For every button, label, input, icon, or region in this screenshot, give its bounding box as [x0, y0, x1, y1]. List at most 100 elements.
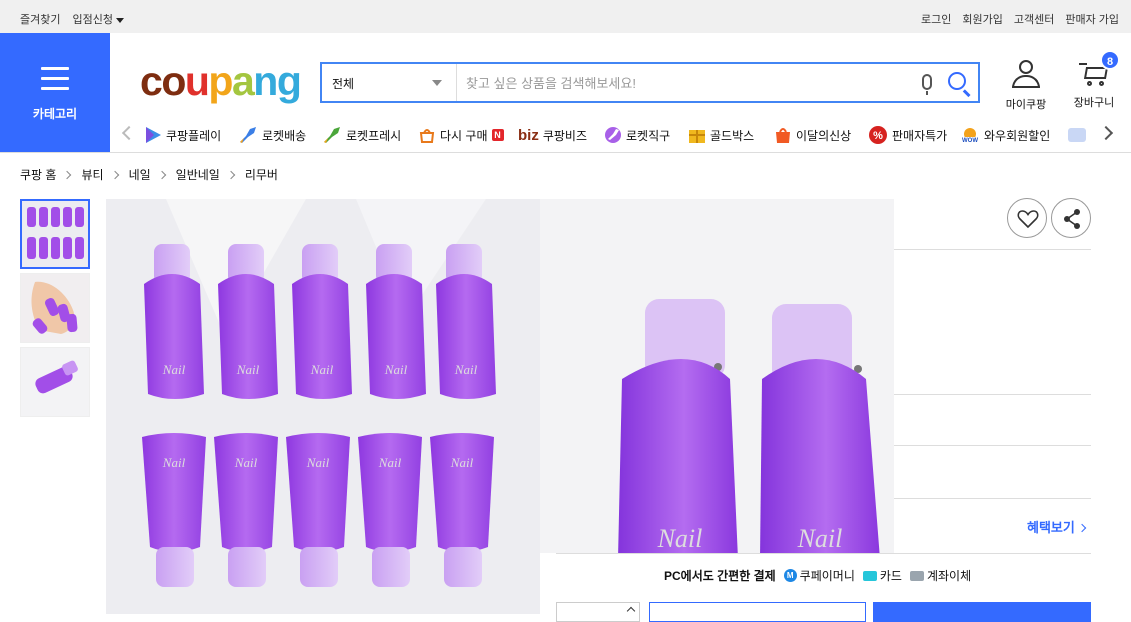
- chevron-right-icon: [63, 170, 72, 179]
- divider: [556, 553, 1091, 554]
- svg-text:Nail: Nail: [384, 362, 408, 377]
- nav-item-gold-box[interactable]: 골드박스: [688, 122, 754, 148]
- bookmark-link[interactable]: 즐겨찾기: [20, 11, 60, 27]
- nav-item-coupang-play[interactable]: 쿠팡플레이: [144, 122, 221, 148]
- svg-text:Nail: Nail: [306, 455, 330, 470]
- svg-text:WOW: WOW: [962, 138, 978, 143]
- cart-count-badge: 8: [1100, 50, 1120, 70]
- divider: [894, 249, 1091, 250]
- login-link[interactable]: 로그인: [921, 11, 951, 27]
- dropdown-arrow-icon: [432, 80, 442, 86]
- wow-member-icon: WOW: [961, 128, 979, 143]
- microphone-icon[interactable]: [922, 74, 932, 95]
- new-arrivals-icon: [776, 128, 790, 143]
- buy-now-button[interactable]: [873, 602, 1091, 622]
- promo-icon: [1068, 128, 1086, 142]
- seller-apply-label: 입점신청: [72, 14, 113, 26]
- nav-item-wow-member[interactable]: WOW 와우회원할인: [960, 122, 1050, 148]
- zoomed-clip-image: Nail Nail: [540, 199, 894, 553]
- coupay-money-icon: M: [783, 569, 797, 582]
- coupang-logo[interactable]: coupang: [140, 56, 302, 106]
- share-button[interactable]: [1051, 198, 1091, 238]
- breadcrumb-beauty[interactable]: 뷰티: [81, 166, 103, 183]
- thumbnail-2[interactable]: [20, 273, 90, 343]
- divider: [894, 498, 1091, 499]
- nav-item-new-arrivals[interactable]: 이달의신상: [774, 122, 851, 148]
- rocket-global-icon: [605, 127, 621, 143]
- category-button[interactable]: 카테고리: [0, 33, 110, 152]
- category-label: 카테고리: [32, 107, 78, 121]
- signup-link[interactable]: 회원가입: [962, 11, 1002, 27]
- payment-option-coupay: M 쿠페이머니: [783, 567, 855, 584]
- payment-option-card: 카드: [862, 567, 902, 584]
- share-icon: [1064, 209, 1080, 229]
- nav-item-more[interactable]: [1068, 122, 1086, 148]
- nav-prev-icon[interactable]: [121, 125, 137, 141]
- wishlist-button[interactable]: [1007, 198, 1047, 238]
- customer-center-link[interactable]: 고객센터: [1014, 11, 1054, 27]
- easy-payment-info: PC에서도 간편한 결제 M 쿠페이머니 카드 계좌이체: [664, 567, 971, 584]
- caret-down-icon: [115, 17, 124, 23]
- payment-option-bank: 계좌이체: [909, 567, 971, 584]
- rocket-delivery-icon: [240, 127, 256, 143]
- my-coupang-button[interactable]: 마이쿠팡: [1001, 58, 1051, 112]
- breadcrumb-nail[interactable]: 네일: [129, 166, 151, 183]
- svg-text:Nail: Nail: [162, 455, 186, 470]
- quantity-stepper[interactable]: [556, 602, 640, 622]
- shortcut-nav: 쿠팡플레이 로켓배송 로켓프레시 다시 구매 N biz 쿠팡비즈 로켓직구 골…: [118, 122, 1121, 148]
- svg-text:Nail: Nail: [162, 362, 186, 377]
- search-input[interactable]: [466, 72, 906, 94]
- thumbnail-1[interactable]: [20, 199, 90, 269]
- rocket-fresh-icon: [324, 127, 340, 143]
- nav-item-rocket-fresh[interactable]: 로켓프레시: [322, 122, 401, 148]
- nav-item-seller-deal[interactable]: % 판매자특가: [868, 122, 947, 148]
- seller-apply-link[interactable]: 입점신청: [72, 11, 124, 27]
- svg-text:Nail: Nail: [234, 455, 258, 470]
- hand-thumbnail-image: [21, 274, 89, 342]
- svg-text:Nail: Nail: [378, 455, 402, 470]
- breadcrumb-general-nail[interactable]: 일반네일: [176, 166, 220, 183]
- add-to-cart-button[interactable]: [649, 602, 866, 622]
- coupang-biz-icon: biz: [518, 126, 539, 144]
- view-benefits-link[interactable]: 혜택보기: [1027, 517, 1087, 536]
- svg-text:Nail: Nail: [454, 362, 478, 377]
- breadcrumb: 쿠팡 홈 뷰티 네일 일반네일 리무버: [20, 166, 278, 183]
- zoom-preview-image: Nail Nail: [540, 199, 894, 553]
- chevron-right-icon: [157, 170, 166, 179]
- hamburger-icon: [41, 67, 69, 97]
- search-category-select[interactable]: 전체: [322, 64, 457, 101]
- chevron-right-icon: [226, 170, 236, 179]
- svg-text:Nail: Nail: [310, 362, 334, 377]
- search-bar: 전체: [320, 62, 980, 103]
- nav-item-rebuy[interactable]: 다시 구매 N: [418, 122, 504, 148]
- search-category-value: 전체: [332, 77, 355, 91]
- seller-signup-link[interactable]: 판매자 가입: [1065, 11, 1119, 27]
- search-icon[interactable]: [948, 72, 966, 90]
- svg-text:Nail: Nail: [657, 524, 703, 553]
- card-icon: [862, 570, 877, 581]
- chevron-right-icon: [1077, 523, 1087, 533]
- header-divider: [0, 152, 1131, 153]
- nail-clip-set-image: Nail Nail Nail Nail Nail Nail Nail Nail …: [106, 199, 540, 614]
- nav-item-rocket-global[interactable]: 로켓직구: [604, 122, 670, 148]
- breadcrumb-remover[interactable]: 리무버: [245, 166, 278, 183]
- thumbnail-3[interactable]: [20, 347, 90, 417]
- nav-item-rocket-delivery[interactable]: 로켓배송: [238, 122, 306, 148]
- divider: [894, 445, 1091, 446]
- svg-text:Nail: Nail: [236, 362, 260, 377]
- nav-next-icon[interactable]: [1098, 125, 1114, 141]
- bank-transfer-icon: [909, 570, 924, 581]
- clip-thumbnail-image: [21, 348, 89, 416]
- svg-text:Nail: Nail: [450, 455, 474, 470]
- chevron-right-icon: [110, 170, 119, 179]
- payment-title: PC에서도 간편한 결제: [664, 569, 776, 583]
- rebuy-icon: [419, 129, 435, 143]
- main-product-image[interactable]: Nail Nail Nail Nail Nail Nail Nail Nail …: [106, 199, 540, 614]
- divider: [894, 394, 1091, 395]
- thumbnail-list: [20, 199, 90, 421]
- cart-label: 장바구니: [1073, 97, 1115, 109]
- gold-box-icon: [689, 130, 705, 143]
- seller-deal-icon: %: [869, 126, 887, 144]
- breadcrumb-home[interactable]: 쿠팡 홈: [20, 166, 56, 183]
- nav-item-coupang-biz[interactable]: biz 쿠팡비즈: [518, 122, 587, 148]
